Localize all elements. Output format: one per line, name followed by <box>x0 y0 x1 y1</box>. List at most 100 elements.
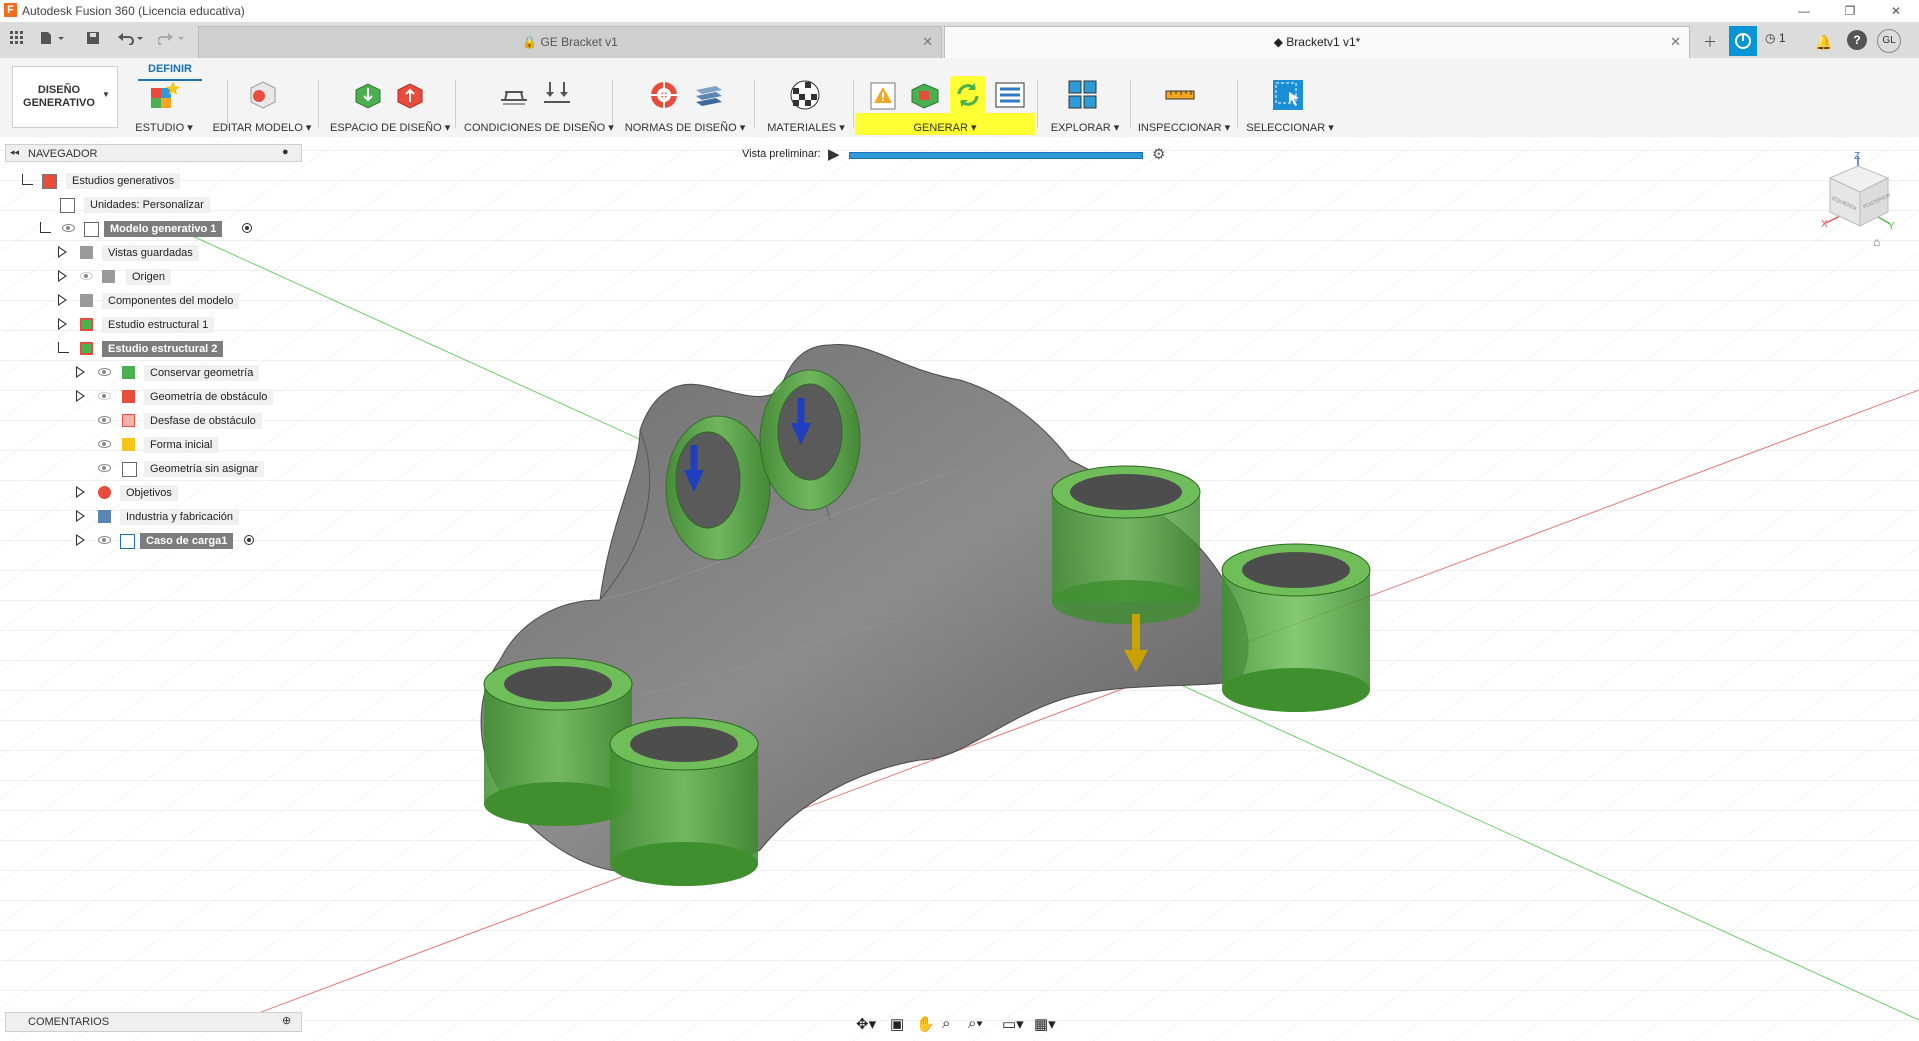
group-seleccionar[interactable]: SELECCIONAR ▾ <box>1242 121 1338 135</box>
visibility-eye-icon[interactable] <box>98 464 111 472</box>
load-icon[interactable] <box>540 78 574 112</box>
expand-icon[interactable] <box>76 390 85 402</box>
expand-icon[interactable] <box>58 318 67 330</box>
close-tab-icon[interactable]: ✕ <box>922 27 933 57</box>
pin-icon[interactable]: ● <box>282 146 289 158</box>
tab-ge-bracket[interactable]: 🔒 GE Bracket v1 ✕ <box>198 26 942 58</box>
preview-slider[interactable] <box>849 152 1143 159</box>
job-status[interactable]: ◷ 1 <box>1765 31 1805 51</box>
undo-icon[interactable] <box>116 30 148 50</box>
tree-item-forma-inicial[interactable]: Forma inicial <box>74 435 294 455</box>
hidden-eye-icon[interactable] <box>80 272 93 280</box>
viewcube[interactable]: X Y Z IZQUIERDA POSTERIOR <box>1820 150 1895 240</box>
objectives-icon[interactable] <box>647 78 681 112</box>
tree-item-estudios-generativos[interactable]: Estudios generativos <box>20 171 280 191</box>
constraint-icon[interactable] <box>497 78 531 112</box>
study-icon[interactable] <box>148 78 182 112</box>
group-materiales[interactable]: MATERIALES ▾ <box>762 121 850 135</box>
redo-icon[interactable] <box>157 30 189 50</box>
grid-settings-icon[interactable]: ▦▾ <box>1034 1015 1056 1033</box>
group-generar[interactable]: GENERAR ▾ <box>900 121 990 135</box>
zoom-icon[interactable]: ⌕ <box>942 1015 950 1032</box>
play-icon[interactable]: ▶ <box>828 145 840 163</box>
materials-icon[interactable] <box>788 78 822 112</box>
tree-item-conservar[interactable]: Conservar geometría <box>74 363 294 383</box>
expand-icon[interactable] <box>76 366 85 378</box>
restore-icon[interactable]: ❐ <box>1827 0 1873 22</box>
minimize-icon[interactable]: — <box>1781 0 1827 22</box>
help-icon[interactable]: ? <box>1847 30 1867 50</box>
tree-item-objetivos[interactable]: Objetivos <box>74 483 294 503</box>
tree-item-unidades[interactable]: Unidades: Personalizar <box>20 195 280 215</box>
avatar[interactable]: GL <box>1877 29 1901 53</box>
preserve-ring-1[interactable] <box>665 415 771 561</box>
visibility-eye-icon[interactable] <box>62 224 75 232</box>
group-inspeccionar[interactable]: INSPECCIONAR ▾ <box>1134 121 1234 135</box>
obstacle-geometry-icon[interactable] <box>394 78 428 112</box>
explore-icon[interactable] <box>1066 78 1100 112</box>
tree-item-origen[interactable]: Origen <box>56 267 296 287</box>
bell-icon[interactable]: 🔔 <box>1811 29 1837 55</box>
close-window-icon[interactable]: ✕ <box>1873 0 1919 22</box>
group-explorar[interactable]: EXPLORAR ▾ <box>1044 121 1126 135</box>
active-radio-icon[interactable] <box>242 223 252 233</box>
manufacturing-icon[interactable] <box>692 78 726 112</box>
group-normas-de-diseno[interactable]: NORMAS DE DISEÑO ▾ <box>620 121 750 135</box>
expand-icon[interactable] <box>58 246 67 258</box>
zoom-window-icon[interactable]: ⌕▾ <box>968 1015 983 1032</box>
preserve-ring-2[interactable] <box>759 369 861 511</box>
settings-icon[interactable]: ⚙ <box>1152 145 1165 163</box>
display-icon[interactable]: ▭▾ <box>1002 1015 1024 1033</box>
expand-icon[interactable] <box>76 534 85 546</box>
add-comment-icon[interactable]: ⊕ <box>282 1014 291 1027</box>
tree-item-vistas-guardadas[interactable]: Vistas guardadas <box>56 243 296 263</box>
expand-icon[interactable] <box>76 486 85 498</box>
expand-icon[interactable] <box>58 342 69 353</box>
tree-item-estudio-estructural-2[interactable]: Estudio estructural 2 <box>56 339 296 359</box>
workspace-switcher[interactable]: DISEÑO GENERATIVO ▼ <box>12 66 118 128</box>
tree-item-sin-asignar[interactable]: Geometría sin asignar <box>74 459 294 479</box>
expand-icon[interactable] <box>58 270 67 282</box>
preserve-geometry-icon[interactable] <box>352 78 386 112</box>
visibility-eye-icon[interactable] <box>98 440 111 448</box>
hidden-eye-icon[interactable] <box>98 392 111 400</box>
tree-item-industria[interactable]: Industria y fabricación <box>74 507 294 527</box>
tree-item-modelo-generativo[interactable]: Modelo generativo 1 <box>38 219 298 239</box>
preserve-cylinder-2[interactable] <box>609 717 759 886</box>
tab-bracketv1[interactable]: ◆ Bracketv1 v1* ✕ <box>944 26 1690 58</box>
online-icon[interactable] <box>1729 26 1757 56</box>
tree-item-desfase[interactable]: Desfase de obstáculo <box>74 411 294 431</box>
comments-panel[interactable]: COMENTARIOS ⊕ <box>5 1012 302 1032</box>
study-settings-icon[interactable] <box>993 78 1027 112</box>
pan-icon[interactable]: ✋ <box>916 1015 935 1033</box>
collapse-icon[interactable]: ◂◂ <box>10 147 19 158</box>
edit-model-icon[interactable] <box>245 78 279 112</box>
tree-item-estudio-estructural-1[interactable]: Estudio estructural 1 <box>56 315 296 335</box>
file-icon[interactable] <box>38 30 68 50</box>
group-condiciones-de-diseno[interactable]: CONDICIONES DE DISEÑO ▾ <box>464 121 614 135</box>
tree-item-componentes[interactable]: Componentes del modelo <box>56 291 296 311</box>
precheck-icon[interactable] <box>866 78 900 112</box>
close-tab-icon[interactable]: ✕ <box>1670 27 1681 57</box>
add-tab-icon[interactable]: ＋ <box>1697 29 1723 55</box>
group-estudio[interactable]: ESTUDIO ▾ <box>128 121 200 135</box>
navigator-header[interactable]: ◂◂ NAVEGADOR ● <box>5 144 302 162</box>
select-icon[interactable] <box>1271 78 1305 112</box>
visibility-eye-icon[interactable] <box>98 536 111 544</box>
tree-item-obstaculo[interactable]: Geometría de obstáculo <box>74 387 294 407</box>
preserve-cylinder-4[interactable] <box>1221 543 1371 712</box>
expand-icon[interactable] <box>40 222 51 233</box>
group-espacio-de-diseno[interactable]: ESPACIO DE DISEÑO ▾ <box>330 121 450 135</box>
tree-item-caso-de-carga[interactable]: Caso de carga1 <box>74 531 294 551</box>
expand-icon[interactable] <box>76 510 85 522</box>
generate-icon[interactable] <box>951 78 985 112</box>
save-icon[interactable] <box>84 30 102 50</box>
measure-icon[interactable] <box>1163 78 1197 112</box>
active-radio-icon[interactable] <box>244 535 254 545</box>
orbit-icon[interactable]: ✥▾ <box>856 1015 876 1033</box>
expand-icon[interactable] <box>58 294 67 306</box>
grid-icon[interactable] <box>8 30 26 50</box>
visibility-eye-icon[interactable] <box>98 416 111 424</box>
home-view-icon[interactable]: ⌂ <box>1873 235 1880 249</box>
preserve-cylinder-3[interactable] <box>1051 465 1201 624</box>
